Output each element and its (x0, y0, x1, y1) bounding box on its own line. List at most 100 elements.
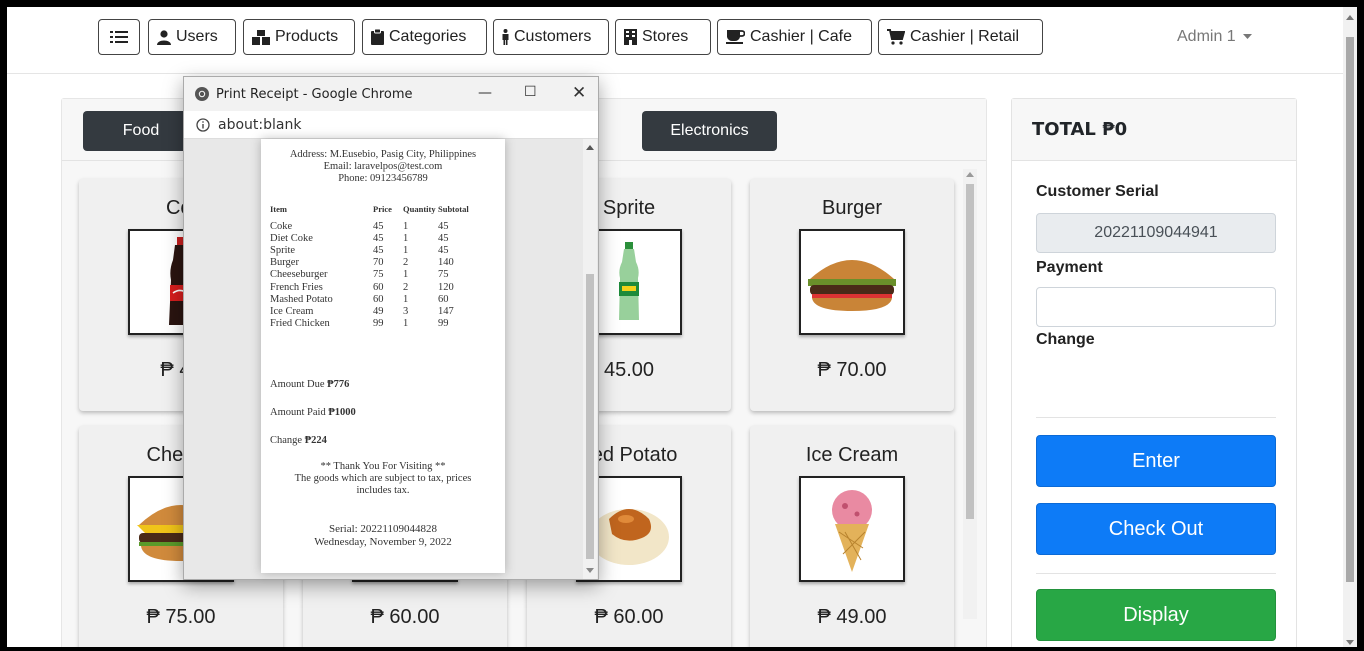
product-scroll-thumb[interactable] (966, 184, 974, 519)
minimize-icon[interactable]: — (478, 85, 492, 101)
close-icon[interactable]: ✕ (572, 83, 586, 103)
cell: 1 (403, 221, 409, 233)
cell: 45 (373, 245, 384, 257)
category-food-label: Food (122, 122, 160, 139)
divider (1036, 573, 1276, 574)
cell: 45 (438, 233, 449, 245)
nav-customers-button[interactable]: Customers (493, 19, 609, 55)
maximize-icon[interactable]: ☐ (524, 84, 537, 100)
scroll-up-arrow-icon[interactable] (586, 145, 594, 150)
user-menu[interactable]: Admin 1 (1177, 28, 1252, 46)
receipt-email: Email: laravelpos@test.com (323, 161, 443, 172)
enter-button[interactable]: Enter (1036, 435, 1276, 487)
burger-image (808, 260, 896, 311)
change-value: ₱224 (304, 435, 327, 446)
category-food-button[interactable]: Food (83, 111, 199, 151)
receipt-row: Coke 45 1 45 (270, 221, 500, 233)
cell: 45 (373, 221, 384, 233)
cell: Fried Chicken (270, 317, 330, 329)
nav-cashier-cafe-label: Cashier | Cafe (750, 28, 852, 45)
nav-categories-button[interactable]: Categories (362, 19, 487, 55)
nav-stores-button[interactable]: Stores (615, 19, 711, 55)
cell: 45 (438, 221, 449, 233)
cell: 140 (438, 257, 454, 269)
person-icon (502, 29, 509, 45)
receipt-table: Item Price Quantity Subtotal Coke 45 1 45 D… (270, 203, 500, 330)
popup-scroll-thumb[interactable] (586, 274, 594, 559)
scroll-down-arrow-icon[interactable] (586, 568, 594, 573)
menu-toggle-button[interactable] (98, 19, 140, 55)
nav-customers-label: Customers (514, 28, 592, 45)
total-heading: TOTAL ₱0 (1012, 99, 1296, 161)
clipboard-icon (371, 29, 384, 45)
category-electronics-button[interactable]: Electronics (642, 111, 777, 151)
cell: 75 (438, 269, 449, 281)
product-card-ice-cream[interactable]: Ice Cream ₱ 49.00 (750, 426, 954, 647)
nav-products-button[interactable]: Products (243, 19, 355, 55)
receipt-amount-due: Amount Due ₱776 (270, 379, 349, 390)
page-scrollbar[interactable] (1343, 7, 1357, 647)
print-receipt-window[interactable]: Print Receipt - Google Chrome — ☐ ✕ abou… (183, 76, 599, 580)
nav-users-label: Users (176, 28, 218, 45)
popup-url: about:blank (218, 116, 302, 133)
cell: 2 (403, 257, 409, 269)
receipt-table-header: Item Price Quantity Subtotal (270, 203, 500, 215)
nav-cashier-retail-button[interactable]: Cashier | Retail (878, 19, 1043, 55)
receipt-row: French Fries 60 2 120 (270, 282, 500, 294)
nav-cashier-cafe-button[interactable]: Cashier | Cafe (717, 19, 872, 55)
boxes-icon (252, 29, 270, 45)
payment-label: Payment (1036, 259, 1103, 276)
popup-title: Print Receipt - Google Chrome (216, 86, 413, 102)
product-card-burger[interactable]: Burger ₱ 70.00 (750, 179, 954, 411)
product-price: ₱ 49.00 (817, 606, 887, 628)
receipt-date: Wednesday, November 9, 2022 (314, 536, 452, 548)
display-button-label: Display (1123, 603, 1189, 626)
payment-input[interactable] (1036, 287, 1276, 327)
receipt-thanks: ** Thank You For Visiting ** (320, 461, 446, 472)
nav-users-button[interactable]: Users (148, 19, 236, 55)
amount-paid-value: ₱1000 (328, 407, 356, 418)
sprite-bottle-image (619, 242, 639, 320)
cell: 60 (373, 293, 384, 305)
product-price: ₱ 75.00 (146, 606, 216, 628)
scroll-down-arrow-icon[interactable] (1346, 640, 1354, 645)
cell: Ice Cream (270, 305, 314, 317)
cell: 75 (373, 269, 384, 281)
product-name: Burger (821, 197, 883, 219)
customer-serial-field: 20221109044941 (1036, 213, 1276, 253)
cell: French Fries (270, 281, 323, 293)
receipt-row: Cheeseburger 75 1 75 (270, 269, 500, 281)
cell: 60 (438, 293, 449, 305)
popup-titlebar[interactable]: Print Receipt - Google Chrome — ☐ ✕ (184, 77, 598, 111)
receipt-tax-note-2: includes tax. (356, 485, 410, 496)
product-scrollbar[interactable] (963, 169, 977, 619)
cell: 120 (438, 281, 454, 293)
receipt-row: Mashed Potato 60 1 60 (270, 294, 500, 306)
change-label: Change (270, 435, 303, 446)
cell: 147 (438, 305, 454, 317)
change-label: Change (1036, 331, 1095, 348)
cell: 1 (403, 269, 409, 281)
product-price: ₱ 60.00 (594, 606, 664, 628)
receipt-row: Burger 70 2 140 (270, 257, 500, 269)
cell: 45 (373, 233, 384, 245)
info-icon (196, 117, 210, 132)
display-button[interactable]: Display (1036, 589, 1276, 641)
popup-scrollbar[interactable] (583, 139, 597, 579)
checkout-button[interactable]: Check Out (1036, 503, 1276, 555)
shopping-cart-icon (887, 29, 905, 45)
page-scroll-thumb[interactable] (1346, 37, 1354, 582)
building-icon (624, 29, 637, 45)
receipt-row: Fried Chicken 99 1 99 (270, 318, 500, 330)
nav-products-label: Products (275, 28, 339, 45)
scroll-up-arrow-icon[interactable] (966, 172, 974, 177)
scroll-up-arrow-icon[interactable] (1346, 15, 1354, 20)
checkout-button-label: Check Out (1108, 517, 1204, 540)
cell: Diet Coke (270, 233, 313, 245)
customer-serial-label: Customer Serial (1036, 183, 1159, 200)
receipt-phone: Phone: 09123456789 (338, 173, 428, 184)
cell: 70 (373, 257, 384, 269)
popup-address-bar[interactable]: about:blank (184, 111, 598, 139)
receipt-row: Sprite 45 1 45 (270, 245, 500, 257)
product-image-ice-cream (799, 476, 905, 582)
